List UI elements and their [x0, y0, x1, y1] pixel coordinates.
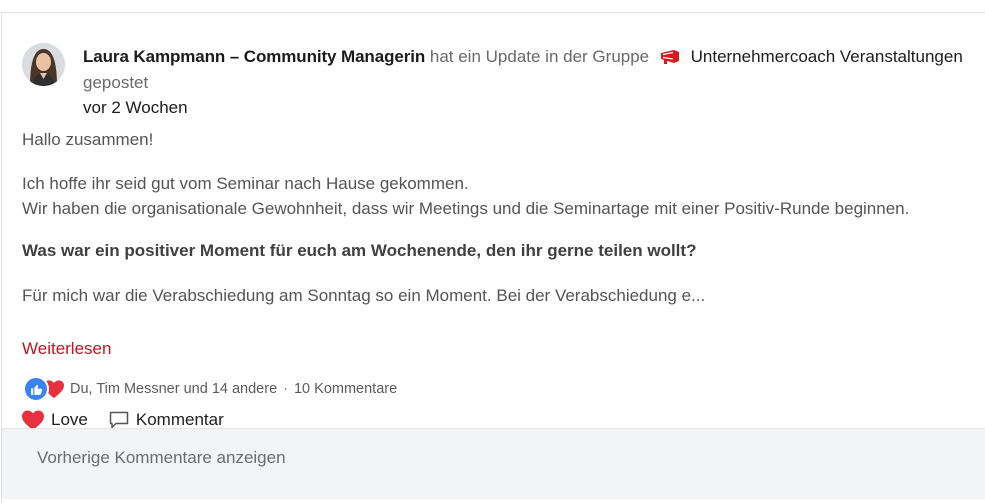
- love-label: Love: [51, 410, 88, 429]
- megaphone-icon: [660, 49, 682, 71]
- comment-bubble-icon: [109, 411, 129, 429]
- post-excerpt: Für mich war die Verabschiedung am Sonnt…: [22, 286, 706, 305]
- comments-section: Vorherige Kommentare anzeigen: [2, 428, 985, 499]
- post-text-line-2: Wir haben die organisationale Gewohnheit…: [22, 199, 910, 218]
- reactions-names[interactable]: Du, Tim Messner und 14 andere: [70, 381, 277, 397]
- comment-label: Kommentar: [135, 410, 224, 429]
- post-text-line-1: Ich hoffe ihr seid gut vom Seminar nach …: [22, 174, 469, 193]
- read-more-link[interactable]: Weiterlesen: [22, 337, 111, 361]
- like-icon: [23, 376, 49, 402]
- post-action-text: hat ein Update in der Gruppe: [429, 47, 650, 66]
- separator-dot: ·: [283, 381, 288, 397]
- author-link[interactable]: Laura Kampmann – Community Managerin: [83, 47, 425, 66]
- author-avatar[interactable]: [22, 43, 65, 86]
- reactions-summary[interactable]: Du, Tim Messner und 14 andere · 10 Komme…: [23, 376, 397, 402]
- comment-button[interactable]: Kommentar: [108, 410, 224, 430]
- post-header: Laura Kampmann – Community Managerin hat…: [83, 46, 963, 71]
- post-action-suffix: gepostet: [83, 73, 149, 92]
- avatar-photo-icon: [22, 43, 65, 86]
- show-previous-comments-link[interactable]: Vorherige Kommentare anzeigen: [37, 448, 286, 468]
- post-greeting: Hallo zusammen!: [22, 130, 154, 149]
- group-link[interactable]: Unternehmercoach Veranstaltungen: [691, 47, 963, 66]
- post-timestamp[interactable]: vor 2 Wochen: [83, 97, 188, 119]
- post-question: Was war ein positiver Moment für euch am…: [22, 241, 697, 260]
- comments-count[interactable]: 10 Kommentare: [294, 381, 397, 397]
